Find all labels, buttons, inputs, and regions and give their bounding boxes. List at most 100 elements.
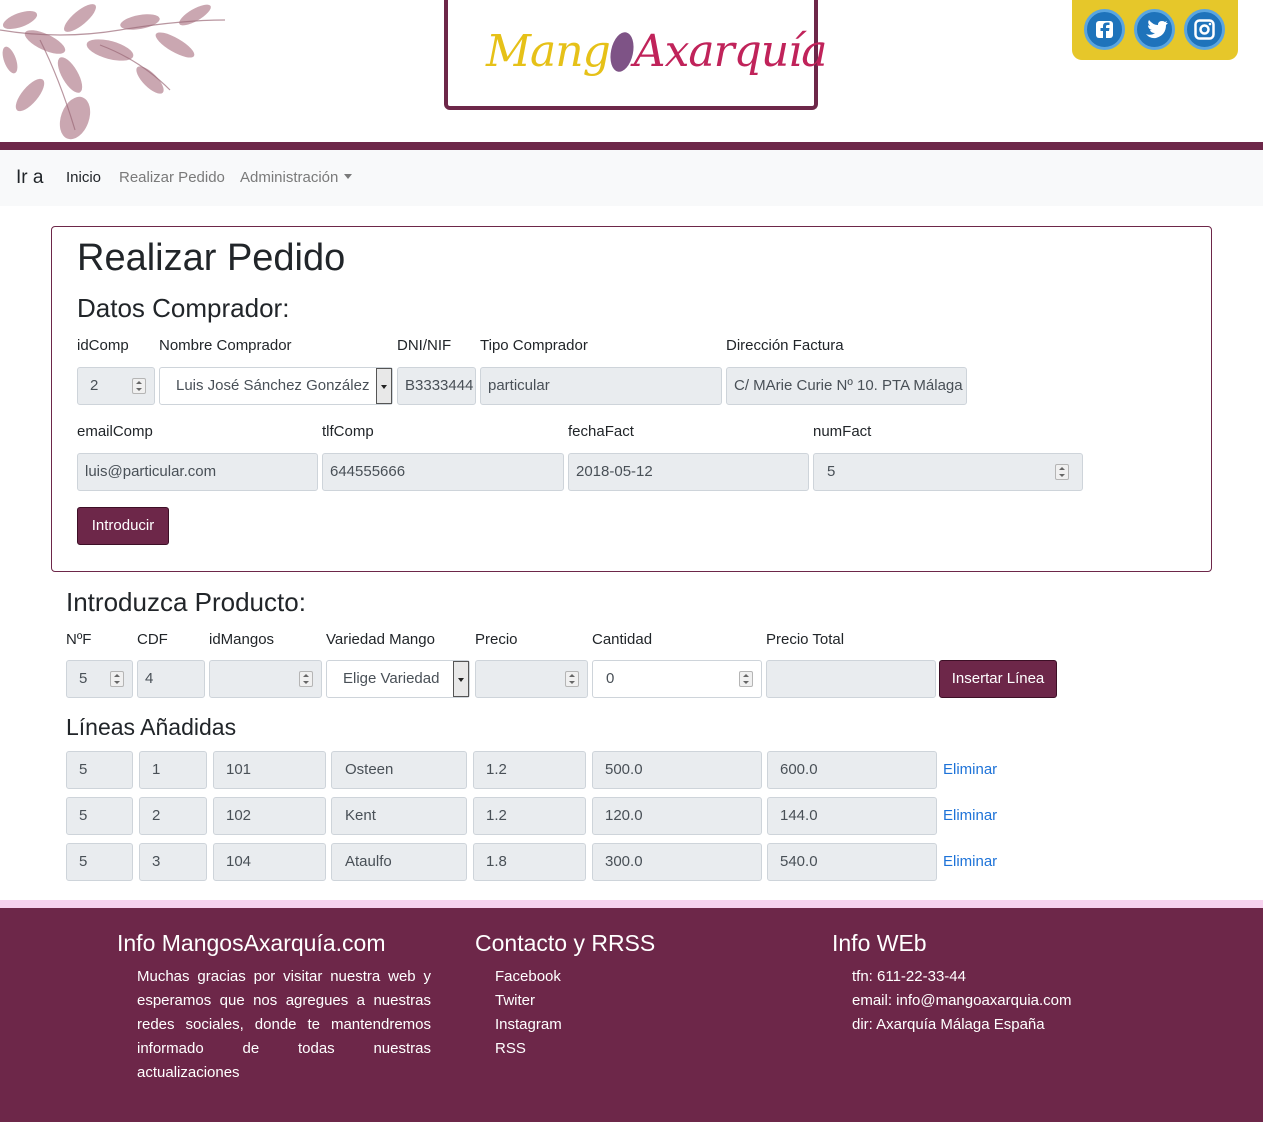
- line-precio[interactable]: 1.8: [473, 843, 586, 881]
- spinner-icon[interactable]: [565, 671, 579, 687]
- mango-icon: [606, 30, 637, 74]
- line-variedad[interactable]: Osteen: [331, 751, 467, 789]
- variedad-select[interactable]: Elige Variedad: [326, 660, 470, 698]
- line-idmangos[interactable]: 102: [213, 797, 326, 835]
- nav-brand[interactable]: Ir a: [16, 167, 43, 189]
- product-section-title: Introduzca Producto:: [66, 587, 306, 617]
- nav-administracion[interactable]: Administración: [240, 169, 353, 186]
- idcomp-label: idComp: [77, 337, 129, 354]
- social-links: [1072, 0, 1238, 60]
- precio-total-label: Precio Total: [766, 631, 845, 648]
- footer-link-facebook[interactable]: Facebook: [495, 965, 562, 989]
- logo-text-right: Axarquía: [633, 26, 828, 77]
- line-cdf[interactable]: 2: [139, 797, 207, 835]
- nf-input[interactable]: 5: [66, 660, 133, 698]
- footer-web-title: Info WEb: [832, 930, 927, 956]
- precio-input[interactable]: [475, 660, 588, 698]
- line-idmangos[interactable]: 101: [213, 751, 326, 789]
- nav-realizar-pedido[interactable]: Realizar Pedido: [119, 169, 225, 186]
- idmangos-label: idMangos: [209, 631, 275, 648]
- nombre-select[interactable]: Luis José Sánchez González: [159, 367, 393, 405]
- cantidad-label: Cantidad: [592, 631, 653, 648]
- cantidad-value: 0: [606, 670, 615, 687]
- spinner-icon[interactable]: [110, 671, 124, 687]
- site-footer: Info MangosAxarquía.com Muchas gracias p…: [0, 908, 1263, 1122]
- cantidad-input[interactable]: 0: [592, 660, 762, 698]
- eliminar-link[interactable]: Eliminar: [943, 761, 997, 778]
- idmangos-input[interactable]: [209, 660, 322, 698]
- footer-link-rss[interactable]: RSS: [495, 1037, 562, 1061]
- dni-label: DNI/NIF: [397, 337, 452, 354]
- header-divider: [0, 142, 1263, 150]
- buyer-section-title: Datos Comprador:: [77, 293, 290, 323]
- line-cdf[interactable]: 3: [139, 843, 207, 881]
- tlf-input[interactable]: 644555666: [322, 453, 564, 491]
- introducir-button[interactable]: Introducir: [77, 507, 169, 545]
- line-idmangos[interactable]: 104: [213, 843, 326, 881]
- tlf-label: tlfComp: [322, 423, 374, 440]
- tipo-input[interactable]: particular: [480, 367, 722, 405]
- nf-value: 5: [79, 670, 88, 687]
- line-total[interactable]: 540.0: [767, 843, 937, 881]
- logo[interactable]: Mang Axarquía: [444, 0, 827, 110]
- page-title: Realizar Pedido: [77, 237, 346, 279]
- footer-web-list: tfn: 611-22-33-44 email: info@mangoaxarq…: [852, 965, 1072, 1037]
- footer-phone: tfn: 611-22-33-44: [852, 968, 966, 985]
- footer-contact-title: Contacto y RRSS: [475, 930, 656, 956]
- line-variedad[interactable]: Ataulfo: [331, 843, 467, 881]
- logo-text-left: Mang: [486, 26, 611, 77]
- line-cdf[interactable]: 1: [139, 751, 207, 789]
- footer-info-text: Muchas gracias por visitar nuestra web y…: [137, 968, 431, 1081]
- lines-section-title: Líneas Añadidas: [66, 714, 237, 740]
- line-cantidad[interactable]: 500.0: [592, 751, 762, 789]
- precio-label: Precio: [475, 631, 518, 648]
- precio-total-input[interactable]: [766, 660, 936, 698]
- idcomp-input[interactable]: 2: [77, 367, 155, 405]
- line-variedad[interactable]: Kent: [331, 797, 467, 835]
- chevron-down-icon[interactable]: [453, 661, 469, 697]
- fecha-input[interactable]: 2018-05-12: [568, 453, 809, 491]
- footer-divider: [0, 900, 1263, 908]
- leaves-decoration: [0, 0, 225, 142]
- twitter-icon[interactable]: [1134, 9, 1175, 50]
- line-total[interactable]: 144.0: [767, 797, 937, 835]
- navbar: Ir a Inicio Realizar Pedido Administraci…: [0, 150, 1263, 206]
- spinner-icon[interactable]: [1055, 464, 1069, 480]
- spinner-icon[interactable]: [299, 671, 313, 687]
- footer-link-instagram[interactable]: Instagram: [495, 1013, 562, 1037]
- direccion-label: Dirección Factura: [726, 337, 844, 354]
- tipo-label: Tipo Comprador: [480, 337, 588, 354]
- line-cantidad[interactable]: 300.0: [592, 843, 762, 881]
- eliminar-link[interactable]: Eliminar: [943, 807, 997, 824]
- line-precio[interactable]: 1.2: [473, 797, 586, 835]
- footer-email: email: info@mangoaxarquia.com: [852, 992, 1072, 1009]
- footer-address: dir: Axarquía Málaga España: [852, 1016, 1045, 1033]
- line-nf[interactable]: 5: [66, 843, 133, 881]
- line-cantidad[interactable]: 120.0: [592, 797, 762, 835]
- footer-info-title: Info MangosAxarquía.com: [117, 930, 386, 956]
- spinner-icon[interactable]: [739, 671, 753, 687]
- facebook-icon[interactable]: [1084, 9, 1125, 50]
- footer-contact-list: Facebook Twiter Instagram RSS: [495, 965, 562, 1061]
- numfact-label: numFact: [813, 423, 872, 440]
- nav-inicio[interactable]: Inicio: [66, 169, 101, 186]
- eliminar-link[interactable]: Eliminar: [943, 853, 997, 870]
- insertar-linea-button[interactable]: Insertar Línea: [939, 660, 1057, 698]
- line-total[interactable]: 600.0: [767, 751, 937, 789]
- line-nf[interactable]: 5: [66, 751, 133, 789]
- site-header: Mang Axarquía: [0, 0, 1263, 142]
- logo-text: Mang Axarquía: [486, 26, 828, 77]
- dni-input[interactable]: B3333444: [397, 367, 476, 405]
- chevron-down-icon[interactable]: [376, 368, 392, 404]
- spinner-icon[interactable]: [132, 378, 146, 394]
- numfact-input[interactable]: 5: [813, 453, 1083, 491]
- email-input[interactable]: luis@particular.com: [77, 453, 318, 491]
- line-nf[interactable]: 5: [66, 797, 133, 835]
- line-precio[interactable]: 1.2: [473, 751, 586, 789]
- direccion-input[interactable]: C/ MArie Curie Nº 10. PTA Málaga: [726, 367, 967, 405]
- cdf-input[interactable]: 4: [137, 660, 205, 698]
- instagram-icon[interactable]: [1184, 9, 1225, 50]
- numfact-value: 5: [827, 463, 836, 480]
- footer-link-twitter[interactable]: Twiter: [495, 989, 562, 1013]
- nav-administracion-label: Administración: [240, 169, 339, 186]
